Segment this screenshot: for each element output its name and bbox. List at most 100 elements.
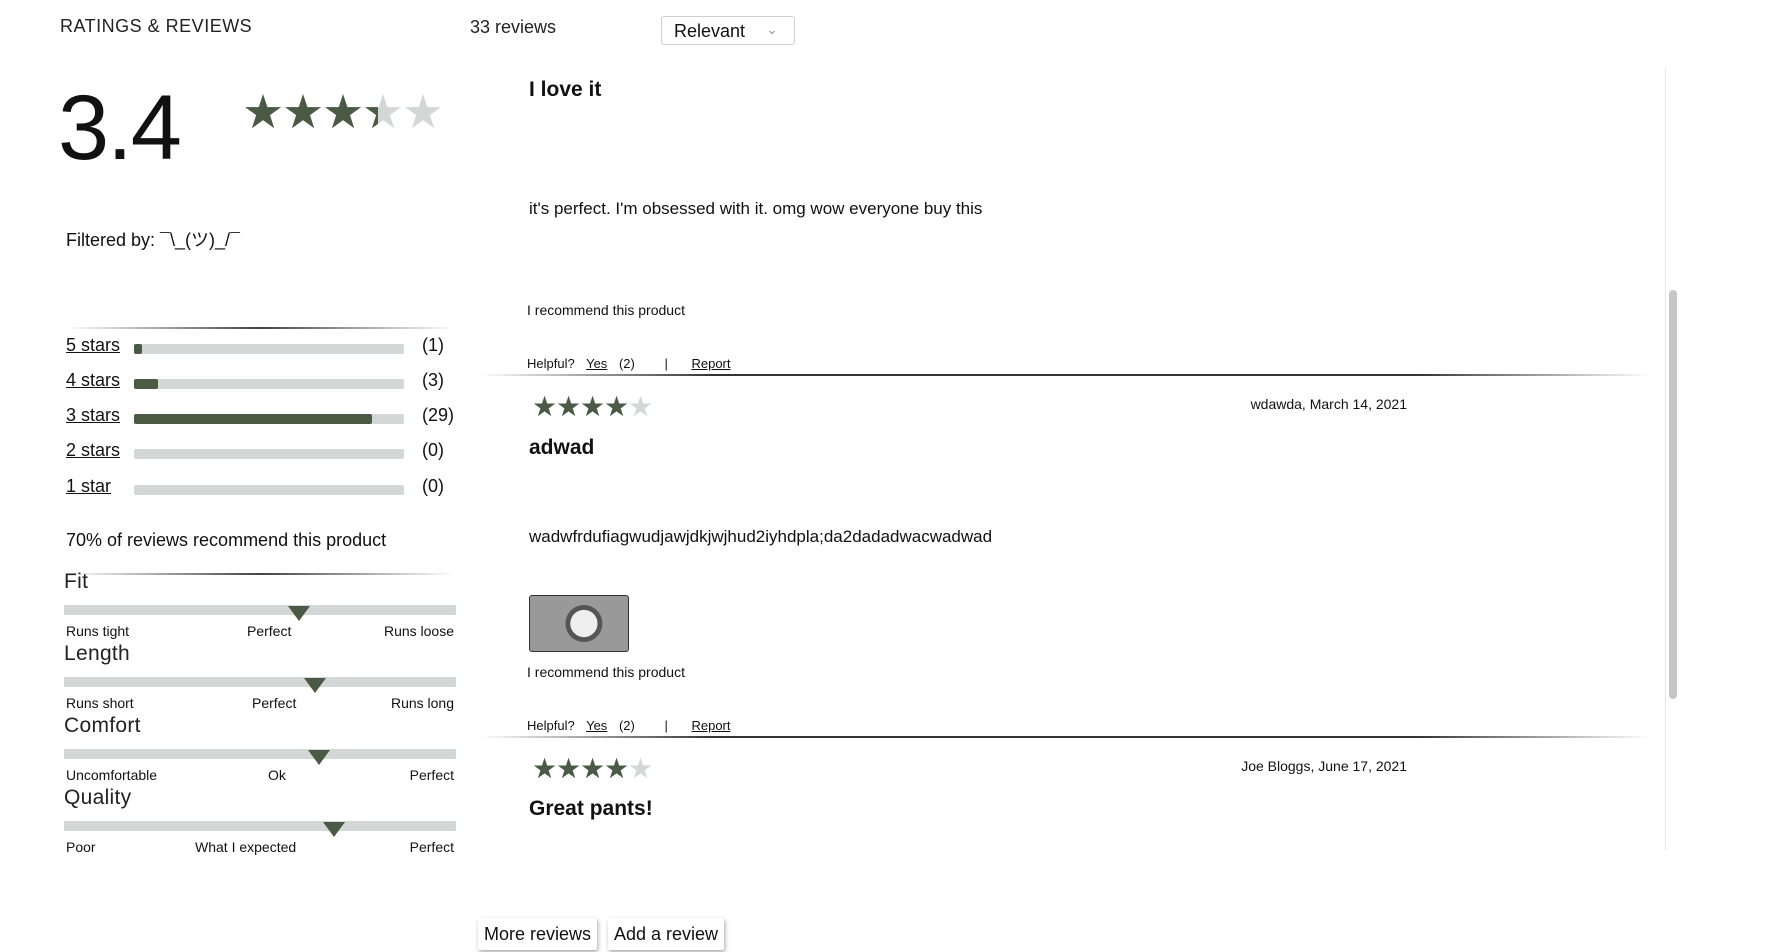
sort-select[interactable]: Relevant ⌄ bbox=[661, 16, 795, 45]
characteristic-mid-label: Perfect bbox=[252, 695, 297, 711]
star-icon: ★★ bbox=[322, 85, 365, 138]
rating-count: (29) bbox=[422, 405, 455, 425]
rating-filter-link[interactable]: 1 star bbox=[66, 476, 111, 497]
rating-breakdown-row[interactable]: 5 stars (1) bbox=[66, 335, 466, 359]
rating-bar-track bbox=[134, 414, 404, 424]
rating-bar-fill bbox=[134, 414, 372, 424]
review-stars: ★★★★★★★★★★ bbox=[532, 391, 654, 422]
star-icon: ★★ bbox=[580, 391, 606, 422]
divider bbox=[66, 327, 455, 329]
characteristic-high-label: Perfect bbox=[409, 839, 454, 855]
separator: | bbox=[664, 356, 668, 371]
characteristic-mid-label: Perfect bbox=[247, 623, 292, 639]
characteristic-track bbox=[64, 821, 456, 831]
more-reviews-button[interactable]: More reviews bbox=[478, 918, 598, 950]
characteristic-quality: Quality Poor What I expected Perfect bbox=[64, 786, 456, 855]
star-icon: ★★ bbox=[282, 85, 325, 138]
characteristic-track bbox=[64, 677, 456, 687]
chevron-down-icon: ⌄ bbox=[766, 21, 778, 37]
report-link[interactable]: Report bbox=[691, 356, 730, 371]
characteristic-name: Quality bbox=[64, 786, 132, 809]
review-meta: Joe Bloggs, June 17, 2021 bbox=[1241, 758, 1407, 774]
characteristic-name: Comfort bbox=[64, 714, 141, 737]
characteristic-high-label: Perfect bbox=[409, 767, 454, 783]
review-meta: wdawda, March 14, 2021 bbox=[1250, 396, 1407, 412]
characteristic-name: Fit bbox=[64, 570, 89, 593]
helpful-yes-count: (2) bbox=[618, 718, 635, 733]
rating-bar-track bbox=[134, 379, 404, 389]
characteristic-marker-icon bbox=[307, 750, 330, 765]
star-icon: ★★ bbox=[532, 753, 558, 784]
star-icon: ★★ bbox=[628, 391, 654, 422]
rating-filter-link[interactable]: 3 stars bbox=[66, 405, 120, 426]
star-icon: ★★ bbox=[604, 753, 630, 784]
helpful-label: Helpful? bbox=[527, 356, 575, 371]
separator: | bbox=[664, 718, 668, 733]
characteristic-track bbox=[64, 749, 456, 759]
star-icon: ★★ bbox=[556, 753, 582, 784]
characteristic-low-label: Runs short bbox=[66, 695, 134, 711]
characteristic-fit: Fit Runs tight Perfect Runs loose bbox=[64, 570, 456, 639]
star-icon: ★★ bbox=[402, 85, 445, 138]
rating-filter-link[interactable]: 4 stars bbox=[66, 370, 120, 391]
rating-count: (0) bbox=[422, 476, 444, 496]
characteristic-marker-icon bbox=[303, 678, 326, 693]
review-recommend: I recommend this product bbox=[527, 664, 685, 680]
review-title: adwad bbox=[529, 436, 595, 459]
scrollbar-thumb[interactable] bbox=[1669, 290, 1677, 699]
review-helpful: Helpful? Yes (2) | Report bbox=[527, 356, 739, 371]
review-body: wadwfrdufiagwudjawjdkjwjhud2iyhdpla;da2d… bbox=[529, 527, 993, 546]
helpful-yes-link[interactable]: Yes bbox=[586, 356, 607, 371]
review-divider bbox=[480, 374, 1650, 376]
characteristic-high-label: Runs loose bbox=[383, 623, 454, 639]
section-title: RATINGS & REVIEWS bbox=[60, 16, 253, 36]
helpful-yes-count: (2) bbox=[618, 356, 635, 371]
report-link[interactable]: Report bbox=[691, 718, 730, 733]
rating-bar-fill bbox=[134, 344, 143, 354]
review-body: it's perfect. I'm obsessed with it. omg … bbox=[529, 199, 983, 218]
rating-breakdown-row[interactable]: 4 stars (3) bbox=[66, 370, 466, 394]
characteristic-low-label: Poor bbox=[66, 839, 96, 855]
rating-bar-fill bbox=[134, 379, 159, 389]
rating-count: (0) bbox=[422, 440, 444, 460]
review-helpful: Helpful? Yes (2) | Report bbox=[527, 718, 739, 733]
characteristic-mid-label: Ok bbox=[268, 767, 286, 783]
characteristic-marker-icon bbox=[323, 822, 346, 837]
review-stars: ★★★★★★★★★★ bbox=[532, 753, 654, 784]
star-icon: ★★ bbox=[362, 85, 405, 138]
review-photo-thumbnail[interactable] bbox=[529, 595, 629, 652]
star-icon: ★★ bbox=[604, 391, 630, 422]
average-rating: 3.4 bbox=[58, 77, 182, 179]
average-stars: ★★★★★★★★★★ bbox=[242, 85, 445, 138]
characteristic-mid-label: What I expected bbox=[195, 839, 297, 855]
rating-count: (1) bbox=[422, 335, 444, 355]
star-icon: ★★ bbox=[242, 85, 285, 138]
rating-breakdown-row[interactable]: 2 stars (0) bbox=[66, 440, 466, 464]
helpful-label: Helpful? bbox=[527, 718, 575, 733]
star-icon: ★★ bbox=[580, 753, 606, 784]
rating-bar-track bbox=[134, 449, 404, 459]
characteristic-high-label: Runs long bbox=[390, 695, 454, 711]
rating-breakdown-row[interactable]: 1 star (0) bbox=[66, 476, 466, 500]
recommend-percentage: 70% of reviews recommend this product bbox=[66, 530, 387, 550]
rating-breakdown-row[interactable]: 3 stars (29) bbox=[66, 405, 466, 429]
rating-count: (3) bbox=[422, 370, 444, 390]
rating-filter-link[interactable]: 5 stars bbox=[66, 335, 120, 356]
review-title: I love it bbox=[529, 78, 602, 101]
characteristic-length: Length Runs short Perfect Runs long bbox=[64, 642, 456, 711]
characteristic-name: Length bbox=[64, 642, 131, 665]
star-icon: ★★ bbox=[628, 753, 654, 784]
review-title: Great pants! bbox=[529, 797, 653, 820]
characteristic-track bbox=[64, 605, 456, 615]
filter-status: Filtered by: ¯\_(ツ)_/¯ bbox=[66, 230, 240, 250]
characteristic-low-label: Runs tight bbox=[66, 623, 130, 639]
sort-selected-value: Relevant bbox=[674, 21, 746, 41]
helpful-yes-link[interactable]: Yes bbox=[586, 718, 607, 733]
rating-filter-link[interactable]: 2 stars bbox=[66, 440, 120, 461]
reviews-count: 33 reviews bbox=[470, 17, 557, 37]
add-review-button[interactable]: Add a review bbox=[608, 918, 725, 950]
star-icon: ★★ bbox=[556, 391, 582, 422]
rating-bar-track bbox=[134, 344, 404, 354]
characteristic-marker-icon bbox=[288, 606, 311, 621]
characteristic-low-label: Uncomfortable bbox=[66, 767, 158, 783]
